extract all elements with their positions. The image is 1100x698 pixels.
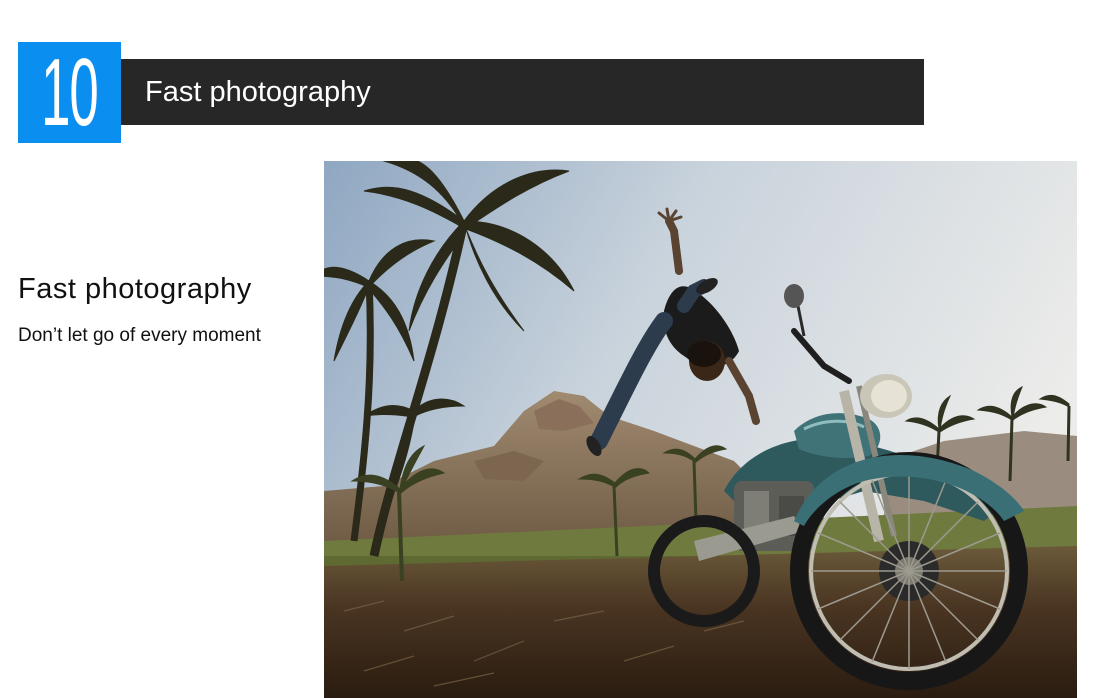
page: 10 Fast photography Fast photography Don… (0, 0, 1100, 698)
feature-heading: Fast photography (18, 273, 252, 305)
hero-photo (324, 161, 1077, 698)
feature-description: Don’t let go of every moment (18, 325, 261, 346)
section-number-badge: 10 (18, 42, 121, 143)
section-title: Fast photography (145, 75, 371, 108)
section-title-bar: Fast photography (121, 59, 924, 125)
section-number: 10 (41, 38, 99, 146)
